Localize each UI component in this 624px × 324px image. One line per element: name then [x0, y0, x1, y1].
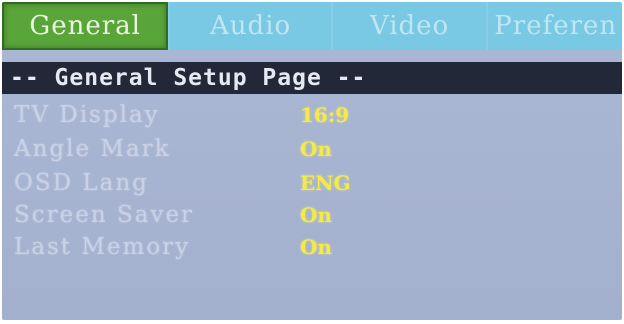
page-title: -- General Setup Page --: [2, 62, 622, 94]
setting-value[interactable]: On: [300, 200, 332, 230]
setting-label: Screen Saver: [14, 202, 195, 228]
setting-label: TV Display: [14, 102, 160, 128]
setting-label: OSD Lang: [14, 170, 149, 196]
setting-row-screen-saver[interactable]: Screen Saver On: [2, 200, 622, 230]
setting-row-osd-lang[interactable]: OSD Lang ENG: [2, 168, 622, 198]
setting-row-angle-mark[interactable]: Angle Mark On: [2, 134, 622, 164]
tab-bar: General Audio Video Preferen: [2, 2, 622, 50]
setting-label: Last Memory: [14, 234, 191, 260]
setting-value[interactable]: 16:9: [300, 100, 349, 130]
tab-divider: [330, 2, 333, 50]
dvd-setup-menu: General Audio Video Preferen -- General …: [2, 2, 622, 320]
tab-video[interactable]: Video: [333, 2, 486, 50]
tab-audio[interactable]: Audio: [170, 2, 330, 50]
tab-preference[interactable]: Preferen: [488, 2, 622, 50]
setting-value[interactable]: ENG: [300, 168, 351, 198]
setting-value[interactable]: On: [300, 232, 332, 262]
setting-label: Angle Mark: [14, 136, 171, 162]
setting-value[interactable]: On: [300, 134, 332, 164]
setting-row-last-memory[interactable]: Last Memory On: [2, 232, 622, 262]
setting-row-tv-display[interactable]: TV Display 16:9: [2, 100, 622, 130]
tab-divider: [168, 2, 171, 50]
tab-general[interactable]: General: [2, 2, 169, 50]
tab-divider: [486, 2, 489, 50]
